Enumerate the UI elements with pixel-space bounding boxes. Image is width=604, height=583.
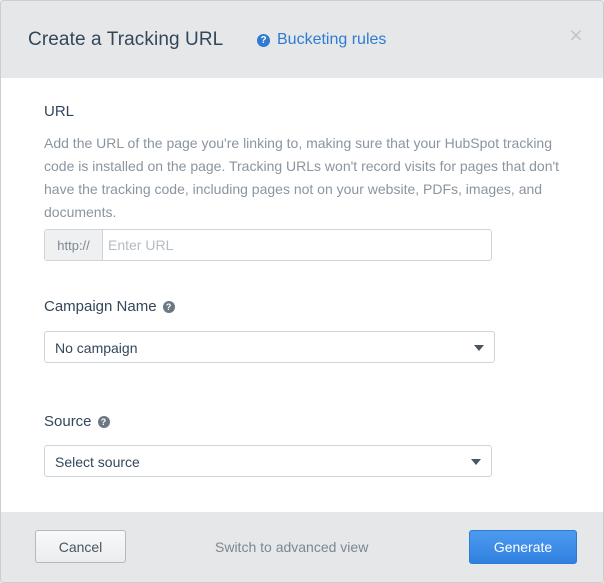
source-label-text: Source <box>44 413 92 430</box>
bucketing-rules-link[interactable]: ? Bucketing rules <box>257 31 386 49</box>
source-select-value: Select source <box>55 454 140 470</box>
dialog-title: Create a Tracking URL <box>28 29 224 50</box>
source-label: Source ? <box>44 413 110 430</box>
tracking-url-dialog: Create a Tracking URL ? Bucketing rules … <box>0 0 604 583</box>
source-select[interactable]: Select source <box>44 445 492 477</box>
switch-advanced-view-link[interactable]: Switch to advanced view <box>215 539 368 555</box>
url-input[interactable] <box>103 230 491 260</box>
chevron-down-icon <box>474 345 484 351</box>
campaign-select[interactable]: No campaign <box>44 331 495 363</box>
question-circle-icon[interactable]: ? <box>162 300 175 313</box>
url-prefix: http:// <box>45 230 103 260</box>
generate-button[interactable]: Generate <box>469 530 577 564</box>
chevron-down-icon <box>471 459 481 465</box>
campaign-name-label-text: Campaign Name <box>44 298 157 315</box>
campaign-name-label: Campaign Name ? <box>44 298 175 315</box>
bucketing-rules-label: Bucketing rules <box>277 31 387 48</box>
question-circle-icon[interactable]: ? <box>97 415 110 428</box>
question-circle-icon: ? <box>257 33 270 47</box>
close-icon[interactable]: × <box>567 24 585 47</box>
url-description: Add the URL of the page you're linking t… <box>44 135 560 220</box>
url-label: URL <box>44 103 74 120</box>
cancel-button[interactable]: Cancel <box>35 530 126 563</box>
campaign-select-value: No campaign <box>55 340 138 356</box>
dialog-header: Create a Tracking URL ? Bucketing rules … <box>1 1 603 78</box>
dialog-footer: Cancel Switch to advanced view Generate <box>1 512 603 582</box>
url-label-text: URL <box>44 103 75 120</box>
url-input-group: http:// <box>44 229 492 261</box>
